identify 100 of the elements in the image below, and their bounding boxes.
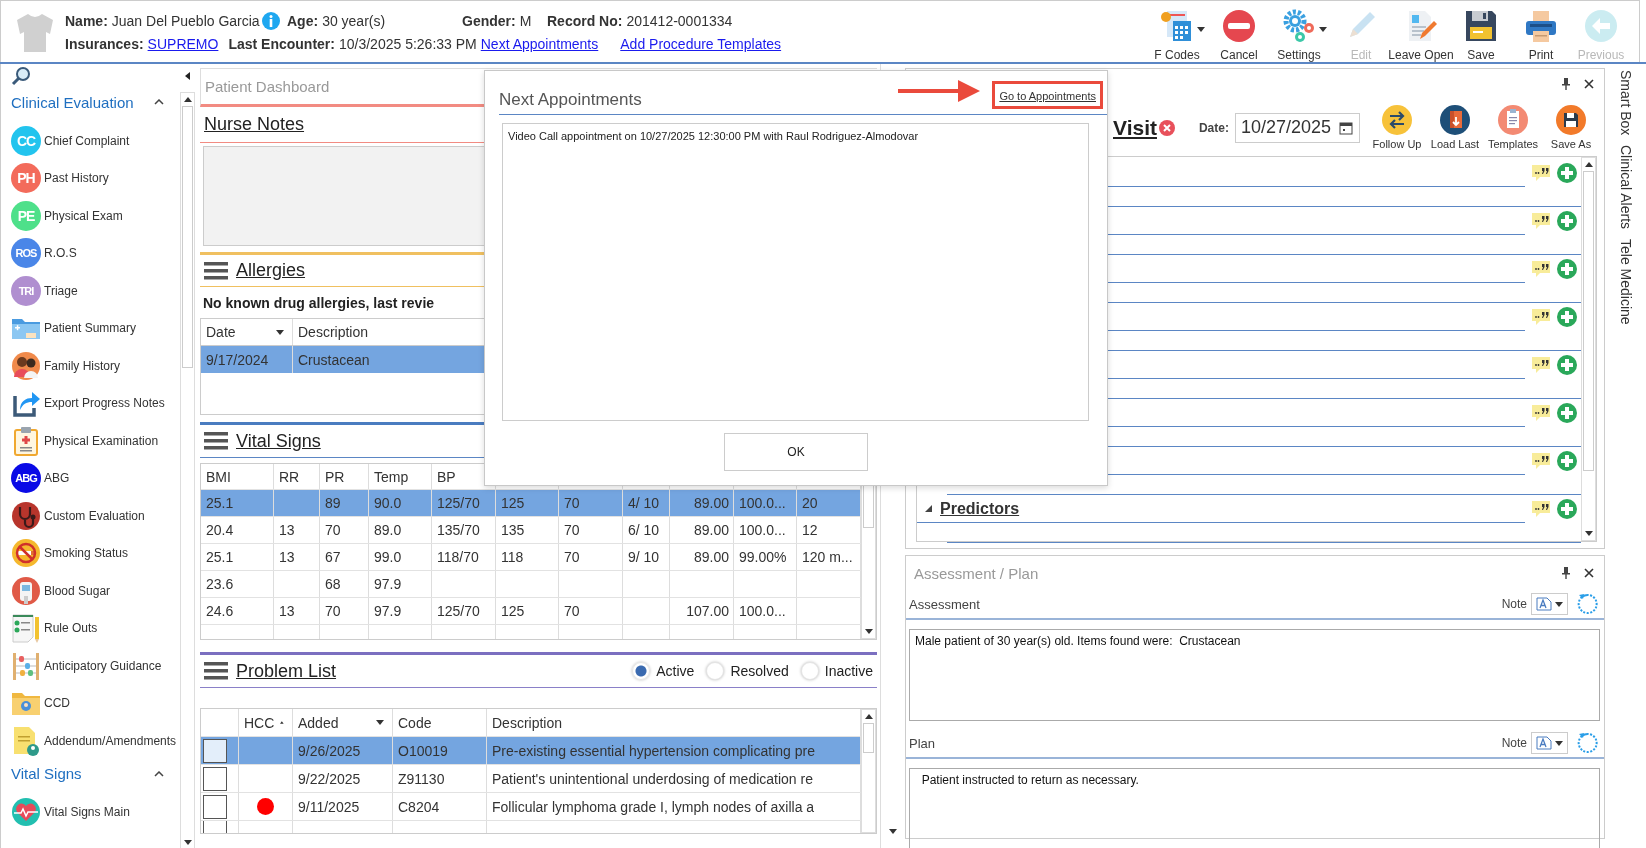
sidebar-item[interactable]: Family History [1,347,180,385]
calendar-icon[interactable] [1339,120,1353,135]
checkbox[interactable] [203,794,227,819]
comment-icon[interactable] [1531,356,1551,374]
comment-icon[interactable] [1531,164,1551,182]
side-tab[interactable]: Tele Medicine [1617,239,1634,325]
column-header[interactable]: PR [325,468,345,485]
chevron-icon[interactable] [154,770,164,777]
column-header[interactable]: Temp [374,468,409,485]
appointment-item[interactable]: Video Call appointment on 10/27/2025 12:30:00 PM with Raul Rodriguez-Almodovar [508,130,1083,142]
refresh-icon[interactable] [1576,731,1600,755]
scroll-up-icon[interactable] [864,714,873,719]
pin-icon[interactable] [1562,78,1570,90]
caret-icon[interactable] [1319,26,1327,32]
table-row[interactable]: 24.6 13 70 97.9 125/70 125 70 107.00 100.0... [201,598,861,625]
table-row[interactable]: 9/11/2025 C8204 Follicular lymphoma grade I, lymph nodes of axilla a [201,793,861,821]
radio-button[interactable] [706,662,725,680]
ok-button[interactable]: OK [724,433,868,471]
sidebar-item[interactable]: Anticipatory Guidance [1,647,180,685]
add-icon[interactable] [1557,163,1577,183]
remove-icon[interactable] [1158,119,1175,136]
toolbar-button[interactable]: F Codes [1147,2,1207,61]
scrollbar[interactable] [1581,157,1596,541]
sidebar-item[interactable]: PE Physical Exam [1,197,180,235]
close-icon[interactable] [1584,568,1594,578]
scroll-down-icon[interactable] [183,840,192,845]
pin-icon[interactable] [1562,567,1570,579]
caret-icon[interactable] [1197,26,1205,32]
comment-icon[interactable] [1531,500,1551,518]
checkbox[interactable] [203,766,227,791]
sidebar-item[interactable]: Rule Outs [1,609,180,647]
search-icon[interactable] [11,66,31,86]
scroll-down-icon[interactable] [1584,531,1593,536]
comment-icon[interactable] [1531,212,1551,230]
sidebar-item[interactable]: Smoking Status [1,534,180,572]
header-link[interactable]: Add Procedure Templates [620,35,782,52]
scrollbar[interactable] [180,92,195,848]
add-icon[interactable] [1557,355,1577,375]
toolbar-button[interactable]: Leave Open [1391,2,1451,61]
add-icon[interactable] [1557,259,1577,279]
add-icon[interactable] [1557,451,1577,471]
table-row[interactable]: 9/26/2025 O10019 Pre-existing essential hypertension complicating pre [201,737,861,765]
add-icon[interactable] [1557,403,1577,423]
format-dropdown[interactable] [1531,732,1568,754]
checkbox[interactable] [203,738,227,763]
radio-button[interactable] [800,662,819,680]
header-link[interactable]: Next Appointments [480,35,599,52]
sidebar-item[interactable]: TRI Triage [1,272,180,310]
menu-icon[interactable] [204,661,228,681]
sidebar-item[interactable]: PH Past History [1,159,180,197]
add-icon[interactable] [1557,307,1577,327]
column-header[interactable]: RR [279,468,300,485]
column-header[interactable]: Added [293,709,393,736]
expand-icon[interactable] [925,505,932,512]
text-area[interactable]: Male patient of 30 year(s) old. Items found were: Crustacean [909,629,1600,721]
radio-button[interactable] [632,662,651,680]
sidebar-item[interactable]: Physical Examination [1,422,180,460]
date-field[interactable]: 10/27/2025 [1234,112,1360,143]
section-title[interactable]: Predictors [940,499,1020,518]
scroll-thumb[interactable] [863,723,874,753]
sidebar-item[interactable]: Addendum/Amendments [1,722,180,760]
sidebar-item[interactable]: CC Chief Complaint [1,122,180,160]
table-row[interactable]: 25.1 13 67 99.0 118/70 118 70 9/ 10 89.00 99.00% 120 m... [201,544,861,571]
collapse-icon[interactable] [185,72,190,80]
scroll-up-icon[interactable] [1584,162,1593,167]
column-header[interactable]: HCC [239,709,293,736]
text-area[interactable]: Patient instructed to return as necessary. [909,768,1600,848]
refresh-icon[interactable] [1576,592,1600,616]
section-title[interactable]: Vital Signs [236,430,321,452]
sidebar-item[interactable]: Vital Signs Main [1,793,180,831]
scroll-thumb[interactable] [1583,171,1594,471]
menu-icon[interactable] [204,260,228,281]
toolbar-button[interactable]: Cancel [1209,2,1269,61]
appointments-link[interactable]: Go to Appointments [999,90,1096,102]
action-button[interactable]: Templates [1484,105,1542,150]
add-icon[interactable] [1557,499,1577,519]
radio-option[interactable]: Active [632,662,695,680]
comment-icon[interactable] [1531,260,1551,278]
insurance-link[interactable]: SUPREMO [147,35,219,52]
action-button[interactable]: Load Last [1426,105,1484,150]
table-row[interactable]: 20.4 13 70 89.0 135/70 135 70 6/ 10 89.00 100.0... 12 [201,517,861,544]
side-tab[interactable]: Smart Box [1617,70,1634,136]
sidebar-item[interactable]: Patient Summary [1,309,180,347]
add-icon[interactable] [1557,211,1577,231]
column-header[interactable]: BMI [206,468,231,485]
info-icon[interactable] [261,11,280,30]
comment-icon[interactable] [1531,452,1551,470]
scroll-thumb[interactable] [182,106,193,368]
sidebar-item[interactable]: Export Progress Notes [1,384,180,422]
sidebar-item[interactable]: ABG ABG [1,459,180,497]
table-row[interactable]: 9/22/2025 Z91130 Patient's unintentional underdosing of medication re [201,765,861,793]
close-icon[interactable] [1584,79,1594,89]
radio-option[interactable]: Resolved [706,662,789,680]
sidebar-item[interactable]: CCD [1,684,180,722]
toolbar-button[interactable]: Settings [1269,2,1329,61]
sidebar-item[interactable]: Blood Sugar [1,572,180,610]
scroll-down-icon[interactable] [864,629,873,634]
column-header[interactable]: Date [201,319,293,345]
action-button[interactable]: Follow Up [1368,105,1426,150]
sidebar-item[interactable]: Custom Evaluation [1,497,180,535]
